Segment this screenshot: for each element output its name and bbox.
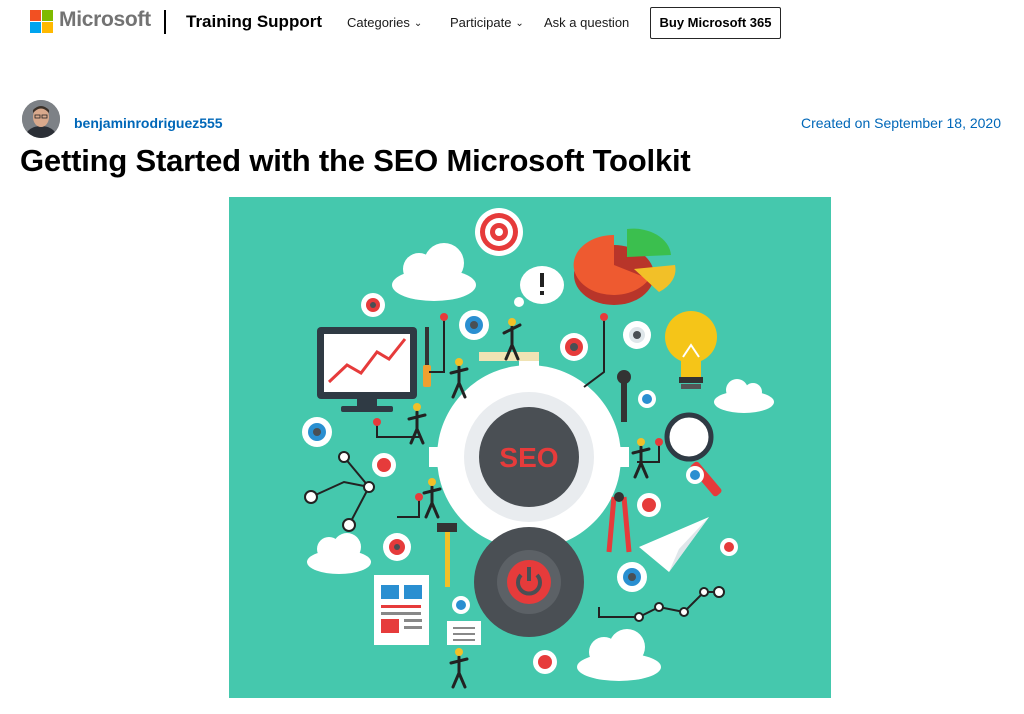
microsoft-logo-icon[interactable] [30,10,53,33]
small-gear-icon [361,293,385,317]
microsoft-brand-text[interactable]: Microsoft [59,8,151,32]
small-gear-icon [459,310,489,340]
small-gear-icon [638,390,656,408]
nav-ask-question[interactable]: Ask a question [544,15,629,30]
small-gear-icon [560,333,588,361]
author-name-link[interactable]: benjaminrodriguez555 [74,115,223,131]
nav-categories[interactable]: Categories ⌄ [347,15,422,30]
small-gear-icon [383,533,411,561]
seo-label: SEO [499,442,558,473]
small-gear-icon [372,453,396,477]
header-divider [164,10,166,34]
nav-categories-label: Categories [347,15,410,30]
chevron-down-icon: ⌄ [413,18,423,29]
site-header: Microsoft Training Support Categories ⌄ P… [0,0,1024,48]
page-title: Getting Started with the SEO Microsoft T… [20,143,691,178]
author-avatar[interactable] [22,100,60,138]
small-gear-icon [686,466,704,484]
target-icon [475,208,523,256]
nav-participate-label: Participate [450,15,512,30]
chevron-down-icon: ⌄ [515,18,524,29]
small-gear-icon [302,417,332,447]
seo-illustration: SEO [229,197,831,698]
buy-microsoft-365-button[interactable]: Buy Microsoft 365 [650,7,781,39]
site-title[interactable]: Training Support [186,12,322,32]
document-icon [374,575,429,645]
small-gear-icon [720,538,738,556]
small-gear-icon [637,493,661,517]
small-gear-icon [533,650,557,674]
power-gear-icon [474,527,584,637]
note-card-icon [447,621,481,645]
created-date: Created on September 18, 2020 [800,115,1001,131]
nav-participate[interactable]: Participate ⌄ [450,15,524,30]
small-gear-icon [623,321,651,349]
small-gear-icon [452,596,470,614]
small-gear-icon [617,562,647,592]
